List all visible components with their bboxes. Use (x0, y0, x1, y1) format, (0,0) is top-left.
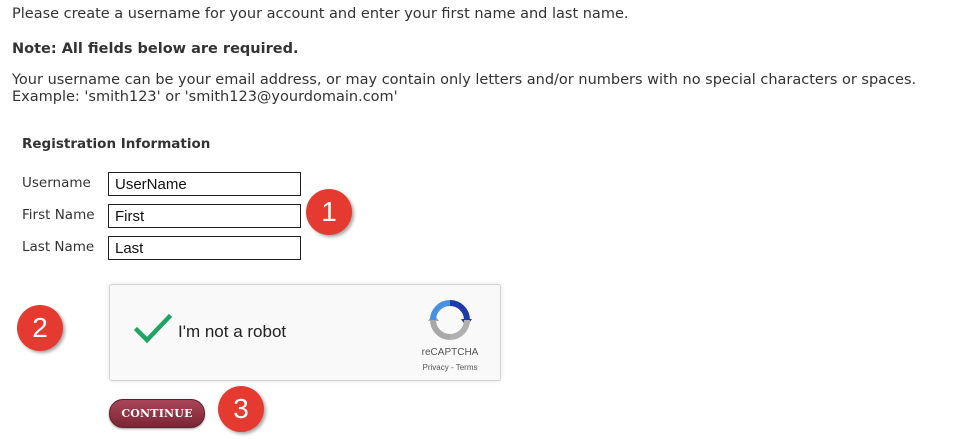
first-name-input[interactable] (108, 204, 301, 228)
required-note: Note: All fields below are required. (12, 41, 299, 57)
last-name-input[interactable] (108, 236, 301, 260)
recaptcha-brand: reCAPTCHA (421, 347, 479, 358)
privacy-link[interactable]: Privacy (423, 363, 449, 372)
intro-text: Please create a username for your accoun… (12, 6, 629, 22)
last-name-label: Last Name (22, 239, 95, 255)
username-note-line: Your username can be your email address,… (12, 72, 917, 88)
registration-heading: Registration Information (22, 136, 211, 152)
recaptcha-widget: I'm not a robot reCAPTCHA Privacy - Term… (109, 284, 501, 381)
recaptcha-logo-icon (428, 300, 472, 340)
terms-link[interactable]: Terms (456, 363, 478, 372)
username-example: Example: 'smith123' or 'smith123@yourdom… (12, 89, 398, 105)
continue-button[interactable]: CONTINUE (109, 399, 205, 428)
first-name-label: First Name (22, 207, 95, 223)
username-note: Your username can be your email address,… (12, 72, 916, 106)
check-icon[interactable] (134, 313, 172, 345)
captcha-label: I'm not a robot (178, 322, 287, 341)
step-badge-2: 2 (17, 305, 63, 351)
step-badge-3: 3 (218, 386, 264, 432)
username-label: Username (22, 175, 91, 191)
link-separator: - (448, 363, 456, 372)
step-badge-1: 1 (306, 189, 352, 235)
username-input[interactable] (108, 172, 301, 196)
recaptcha-links: Privacy - Terms (404, 363, 496, 372)
